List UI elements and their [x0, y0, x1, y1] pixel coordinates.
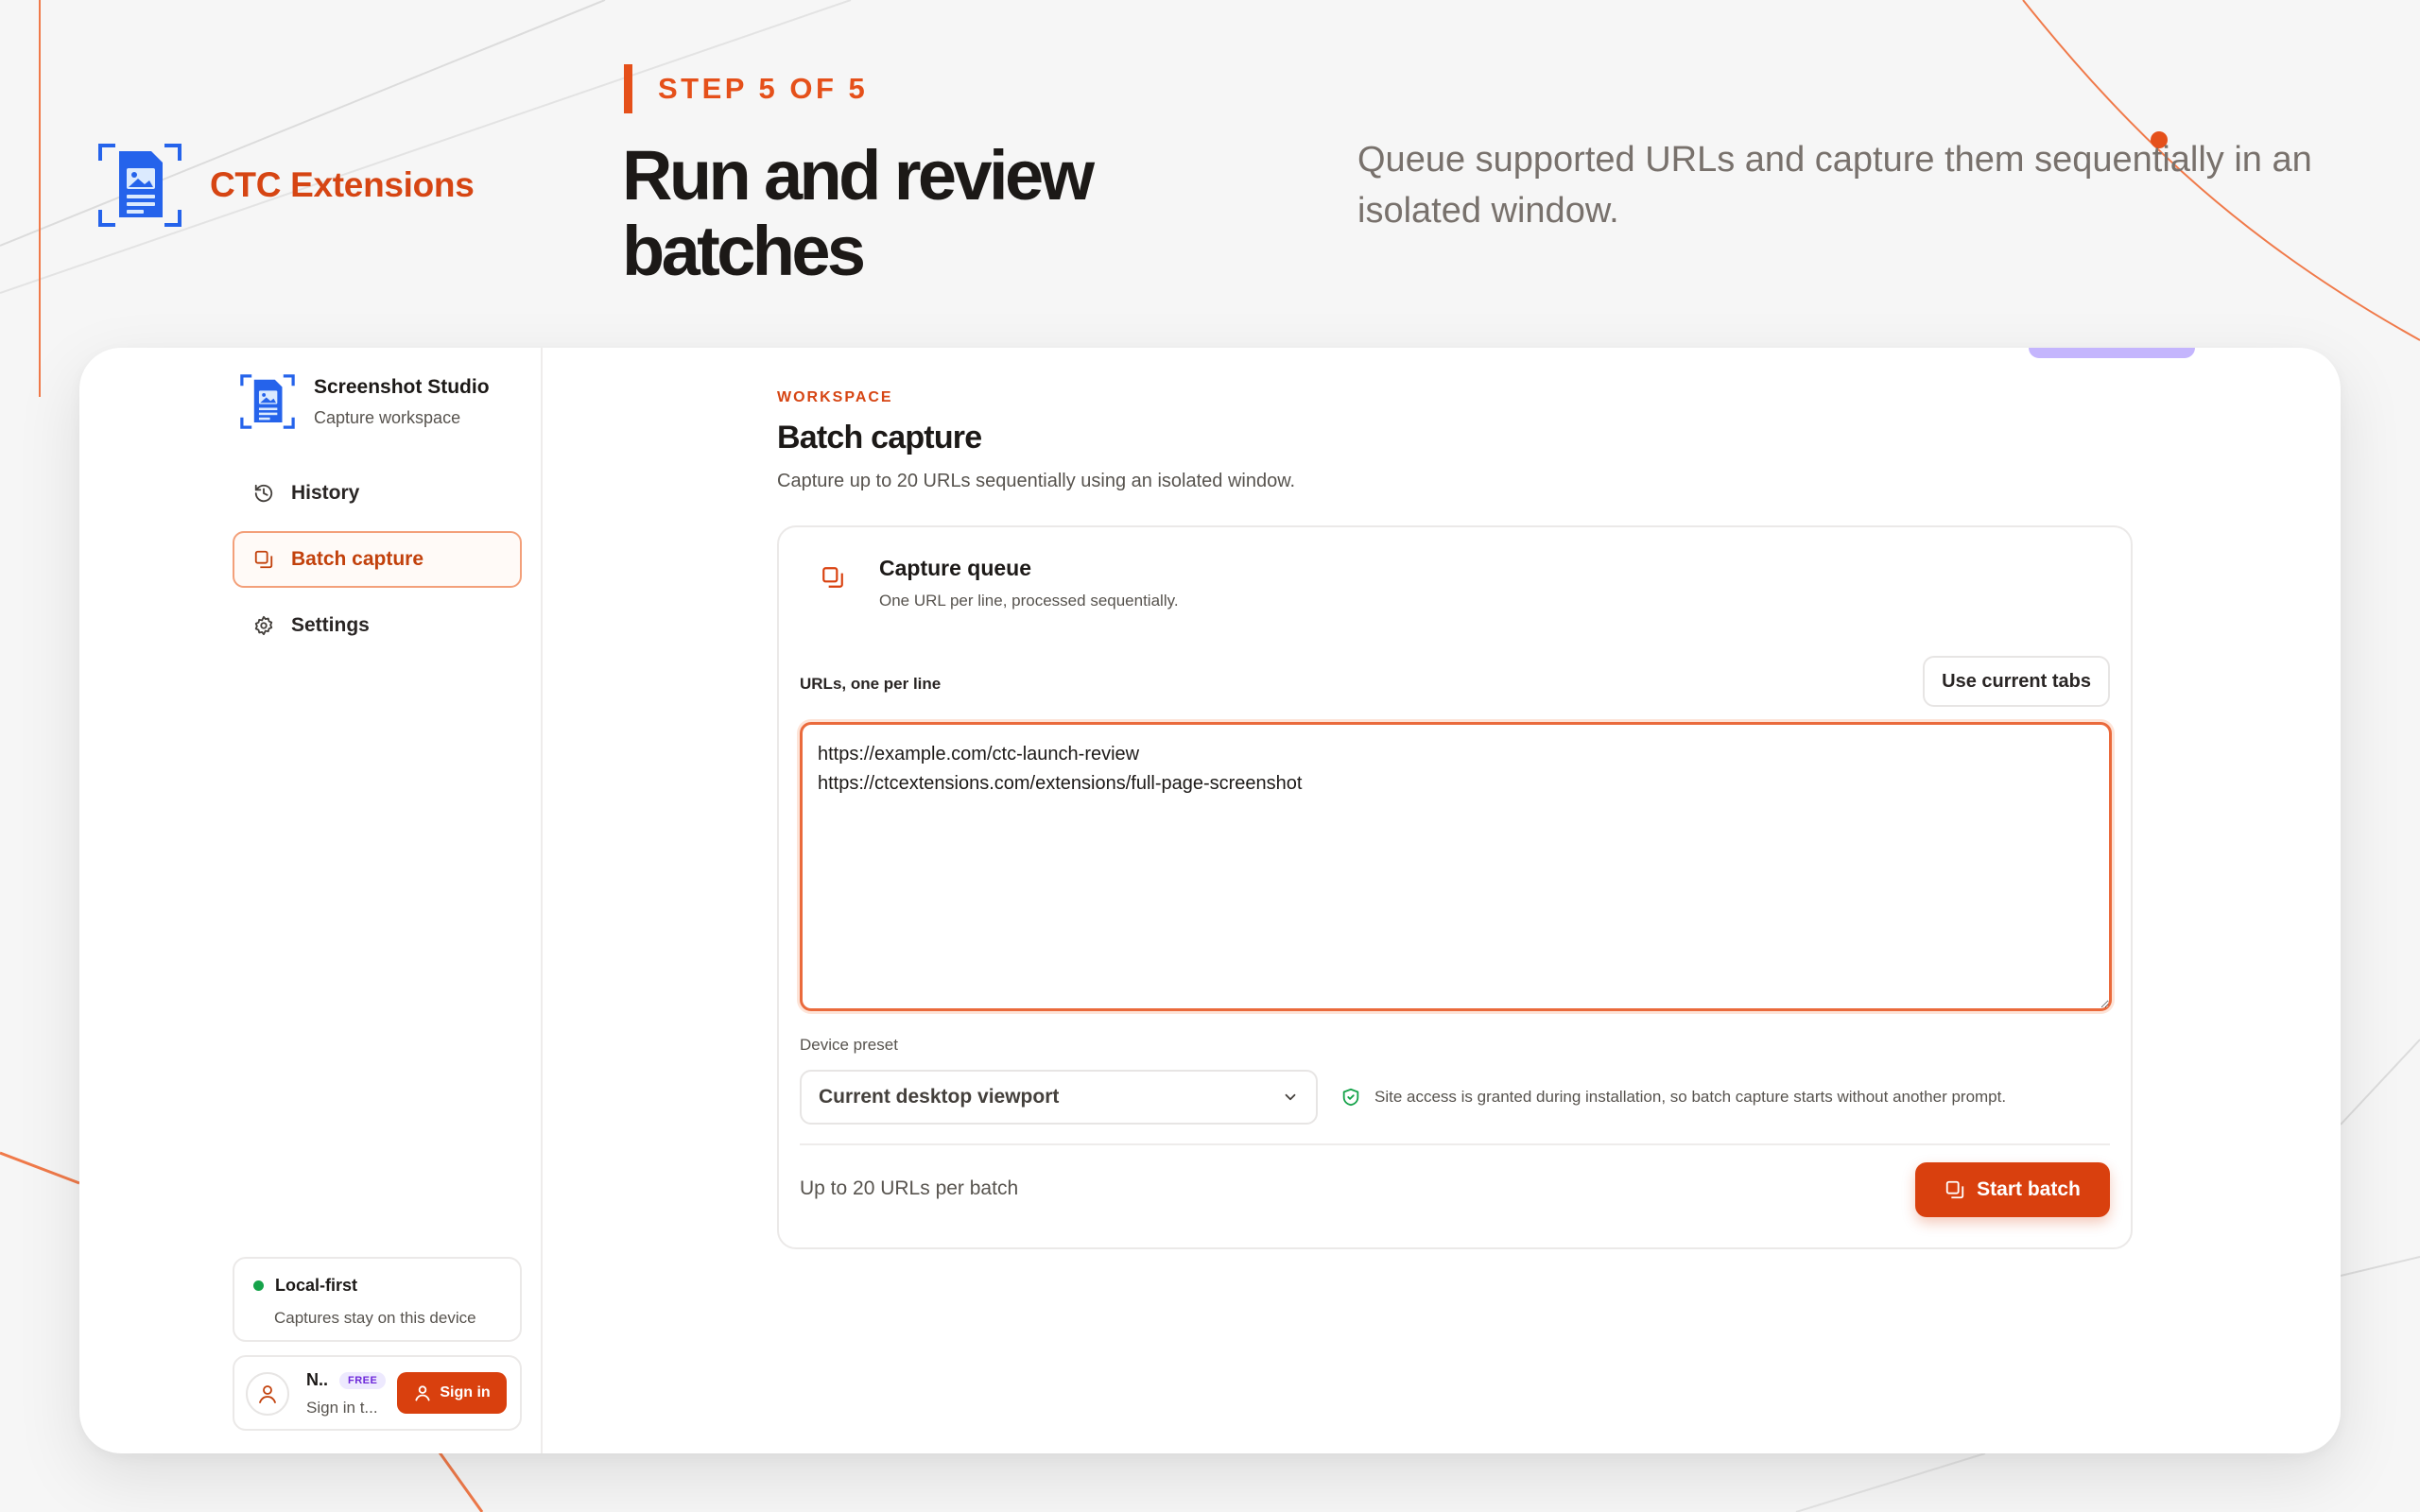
sidebar-app-subtitle: Capture workspace [314, 407, 461, 427]
history-icon [254, 484, 273, 503]
batch-limit-note: Up to 20 URLs per batch [800, 1177, 1019, 1199]
sidebar-item-history[interactable]: History [233, 465, 522, 522]
sidebar-brand: Screenshot Studio Capture workspace [238, 372, 490, 431]
page-subtitle: Capture up to 20 URLs sequentially using… [777, 471, 1296, 491]
gear-icon [254, 615, 273, 636]
sidebar-item-settings[interactable]: Settings [233, 597, 522, 654]
sign-in-label: Sign in [440, 1384, 491, 1400]
divider [800, 1143, 2110, 1145]
device-preset-value: Current desktop viewport [819, 1086, 1060, 1108]
chevron-down-icon [1285, 1093, 1296, 1101]
batch-copy-icon [1945, 1180, 1964, 1199]
user-icon [259, 1385, 276, 1403]
capture-queue-card: Capture queue One URL per line, processe… [777, 525, 2133, 1249]
brand-name: CTC Extensions [210, 165, 475, 204]
batch-copy-icon [254, 550, 273, 569]
app-window: Screenshot Studio Capture workspace Hist… [79, 348, 2341, 1453]
hero-subtitle: Queue supported URLs and capture them se… [1357, 140, 2312, 231]
device-preset-select[interactable]: Current desktop viewport [800, 1070, 1318, 1125]
card-title: Capture queue [879, 556, 1032, 580]
sidebar-item-label: Batch capture [291, 548, 424, 570]
document-image-icon [98, 144, 182, 227]
step-indicator: STEP 5 OF 5 [624, 64, 868, 113]
site-access-text: Site access is granted during installati… [1374, 1088, 2007, 1106]
user-subtitle: Sign in t... [306, 1399, 378, 1417]
sidebar: Screenshot Studio Capture workspace Hist… [79, 348, 543, 1453]
user-card: N.. FREE Sign in t... Sign in [233, 1355, 522, 1431]
sidebar-nav: History Batch capture Settings [233, 465, 522, 663]
page-title: Batch capture [777, 420, 982, 455]
urls-textarea[interactable]: https://example.com/ctc-launch-review ht… [800, 722, 2112, 1011]
step-accent-bar [624, 64, 632, 113]
batch-copy-icon [822, 567, 843, 588]
start-batch-button[interactable]: Start batch [1915, 1162, 2110, 1217]
user-name: N.. [306, 1370, 329, 1389]
avatar[interactable] [246, 1372, 289, 1416]
sign-in-button[interactable]: Sign in [397, 1372, 507, 1414]
local-first-subtitle: Captures stay on this device [274, 1309, 476, 1327]
section-eyebrow: WORKSPACE [777, 389, 893, 405]
local-first-title: Local-first [275, 1276, 358, 1295]
card-subtitle: One URL per line, processed sequentially… [879, 592, 1179, 610]
sidebar-item-label: Settings [291, 614, 370, 636]
step-label: STEP 5 OF 5 [658, 72, 869, 105]
local-first-card: Local-first Captures stay on this device [233, 1257, 522, 1342]
document-image-icon [240, 374, 295, 429]
use-current-tabs-button[interactable]: Use current tabs [1923, 656, 2110, 707]
sidebar-item-batch-capture[interactable]: Batch capture [233, 531, 522, 588]
main-content: WORKSPACE Batch capture Capture up to 20… [543, 348, 2341, 1453]
start-batch-label: Start batch [1977, 1178, 2081, 1200]
brand: CTC Extensions [95, 140, 475, 231]
plan-badge: FREE [339, 1371, 387, 1389]
sidebar-app-title: Screenshot Studio [314, 375, 490, 398]
hero-title: Run and review batches [622, 136, 1095, 290]
site-access-notice: Site access is granted during installati… [1340, 1087, 2006, 1108]
device-preset-label: Device preset [800, 1036, 898, 1054]
urls-label: URLs, one per line [800, 675, 942, 693]
sidebar-item-label: History [291, 482, 360, 504]
status-dot [253, 1280, 264, 1291]
shield-check-icon [1342, 1088, 1359, 1107]
user-icon [415, 1385, 430, 1401]
